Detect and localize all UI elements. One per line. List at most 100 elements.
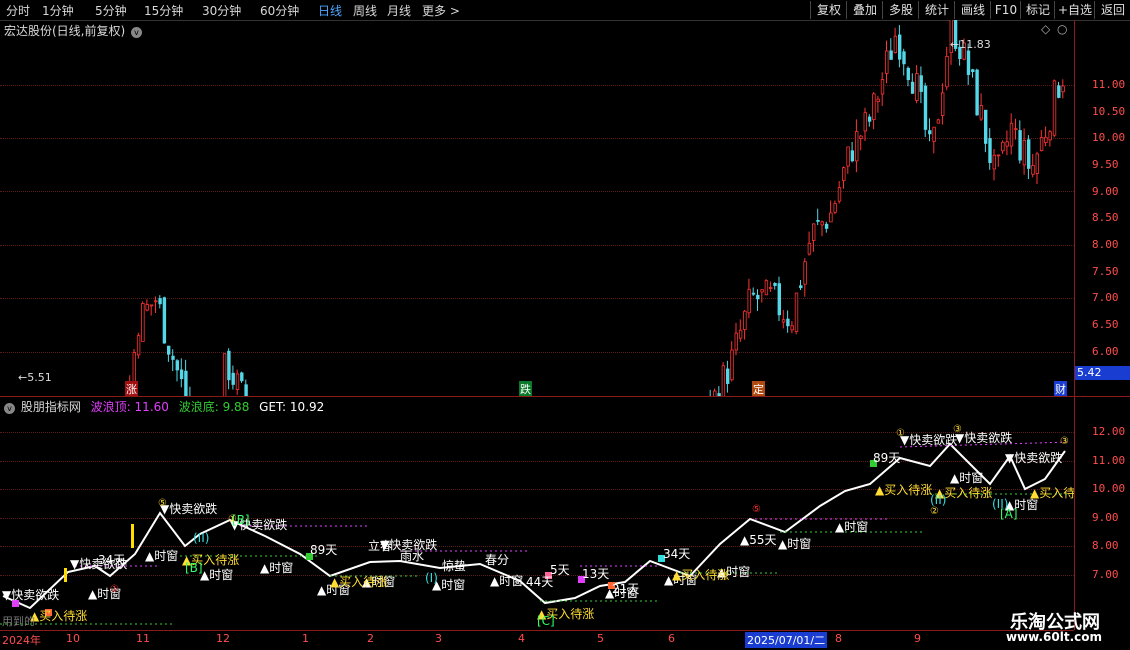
candle-body xyxy=(747,288,751,314)
tab-daily[interactable]: 日线 xyxy=(318,2,342,19)
wave-index-marker: ③ xyxy=(953,424,962,435)
candle-body xyxy=(158,298,162,305)
wave-phase-label: [B] xyxy=(185,561,203,575)
indicator-axis-label: 8.00 xyxy=(1092,539,1119,552)
f10-button[interactable]: F10 xyxy=(990,1,1021,19)
buy-signal-label: ▲买入待涨 xyxy=(30,608,87,623)
sell-signal-label: ▼快卖欲跌 xyxy=(955,430,1012,445)
candle-body xyxy=(1061,85,1065,93)
candle-body xyxy=(1005,141,1009,147)
price-label: 11.00 xyxy=(1092,78,1126,91)
candle-body xyxy=(1035,153,1039,174)
date-label: 6 xyxy=(668,632,675,645)
candle-body xyxy=(184,370,188,396)
candle-body xyxy=(773,283,777,286)
draw-line-button[interactable]: 画线 xyxy=(954,1,991,19)
candle-body xyxy=(850,150,855,162)
stats-button[interactable]: 统计 xyxy=(918,1,955,19)
day-count-label: 34天 xyxy=(663,547,690,561)
candle-body xyxy=(889,50,893,60)
date-label: 1 xyxy=(302,632,309,645)
candle-body xyxy=(829,212,833,223)
candle-body xyxy=(756,294,760,300)
time-window-label: ▲时窗 xyxy=(835,520,868,534)
candle-body xyxy=(1052,80,1057,136)
time-window-label: ▲时窗 xyxy=(778,537,811,551)
tab-15min[interactable]: 15分钟 xyxy=(144,2,183,19)
event-tag-fin[interactable]: 财 xyxy=(1054,381,1067,397)
candle-body xyxy=(769,287,773,289)
indicator-axis-label: 12.00 xyxy=(1092,425,1126,438)
price-axis-line xyxy=(1074,20,1075,630)
day-count-label: 13天 xyxy=(582,567,609,581)
wave-count-label: (II) xyxy=(930,493,946,507)
tab-more[interactable]: 更多 > xyxy=(422,2,460,19)
tab-30min[interactable]: 30分钟 xyxy=(202,2,241,19)
candle-body xyxy=(738,329,743,339)
candle-body xyxy=(1057,85,1061,98)
event-tag-up[interactable]: 涨 xyxy=(125,381,138,397)
wave-phase-label: [C] xyxy=(537,614,555,628)
tab-1min[interactable]: 1分钟 xyxy=(42,2,74,19)
wave-index-marker: ① xyxy=(896,428,905,439)
candle-body xyxy=(786,318,790,327)
overlay-button[interactable]: 叠加 xyxy=(846,1,883,19)
candle-body xyxy=(1039,137,1044,152)
buy-signal-label: ▲买入待涨 xyxy=(875,482,932,497)
date-label: 8 xyxy=(835,632,842,645)
multi-stock-button[interactable]: 多股 xyxy=(882,1,919,19)
date-label: 4 xyxy=(518,632,525,645)
event-tag-down[interactable]: 跌 xyxy=(519,381,532,397)
price-label: 6.00 xyxy=(1092,345,1119,358)
candle-body xyxy=(876,98,880,103)
buy-signal-label: ▲买入待涨 xyxy=(672,567,729,582)
wave-count-label: (I) xyxy=(425,571,438,585)
event-tag-fix[interactable]: 定 xyxy=(752,381,765,397)
candle-body xyxy=(975,69,979,116)
candle-body xyxy=(979,105,984,120)
tab-weekly[interactable]: 周线 xyxy=(353,2,377,19)
wave-index-marker: ⑤ xyxy=(752,504,761,515)
candle-body xyxy=(1027,139,1031,169)
date-label: 3 xyxy=(435,632,442,645)
indicator-axis-label: 11.00 xyxy=(1092,454,1126,467)
candle-body xyxy=(966,50,971,75)
date-label: 9 xyxy=(914,632,921,645)
candle-body xyxy=(171,355,175,360)
candle-body xyxy=(824,223,829,229)
candle-body xyxy=(885,50,889,74)
time-window-label: ▲时窗 xyxy=(145,549,178,563)
candle-body xyxy=(794,292,799,332)
wave-indicator-chart: ▼快卖欲跌 ▼快卖欲跌 ▼快卖欲跌 ▼快卖欲跌 ▼快卖欲跌 ▼快卖欲跌 ▼快卖欲… xyxy=(0,424,1074,628)
price-label: 10.00 xyxy=(1092,131,1126,144)
signal-bar xyxy=(64,568,67,582)
adjust-button[interactable]: 复权 xyxy=(810,1,847,19)
candle-body xyxy=(1031,165,1035,175)
candle-body xyxy=(1022,140,1027,166)
mark-button[interactable]: 标记 xyxy=(1020,1,1055,19)
indicator-axis-label: 7.00 xyxy=(1092,568,1119,581)
candle-body xyxy=(872,93,876,120)
back-button[interactable]: 返回 xyxy=(1094,1,1130,19)
date-label: 12 xyxy=(216,632,230,645)
tab-5min[interactable]: 5分钟 xyxy=(95,2,127,19)
candle-body xyxy=(175,360,179,371)
candle-body xyxy=(1001,141,1005,152)
solar-term-label: 雨水 xyxy=(400,549,424,563)
candle-body xyxy=(136,335,141,356)
candle-body xyxy=(992,154,996,170)
price-label: 8.50 xyxy=(1092,211,1119,224)
candle-body xyxy=(790,325,794,331)
candle-body xyxy=(1014,128,1018,131)
add-watchlist-button[interactable]: +自选 xyxy=(1054,1,1095,19)
candle-body xyxy=(971,69,975,73)
candle-body xyxy=(820,221,824,226)
candle-body xyxy=(910,81,915,94)
tab-monthly[interactable]: 月线 xyxy=(387,2,411,19)
candle-body xyxy=(898,34,902,60)
tab-60min[interactable]: 60分钟 xyxy=(260,2,299,19)
tab-fenshi[interactable]: 分时 xyxy=(6,2,30,19)
time-window-label: ▲时窗 xyxy=(260,561,293,575)
candle-body xyxy=(721,365,726,396)
candle-body xyxy=(154,300,158,303)
